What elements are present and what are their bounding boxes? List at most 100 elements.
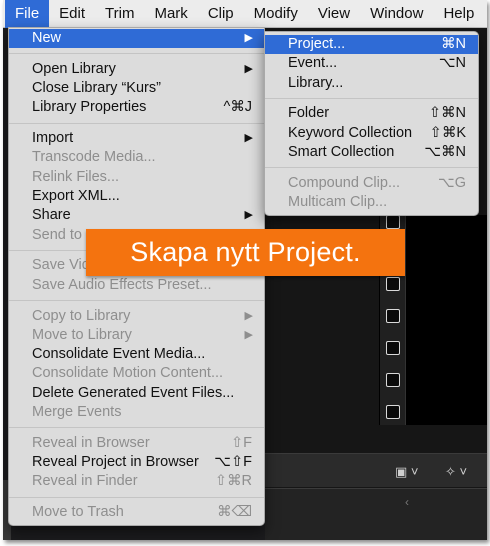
menu-item-multicam-clip: Multicam Clip...: [265, 193, 478, 212]
chevron-left-icon[interactable]: ‹: [405, 495, 409, 509]
menu-item-label: Reveal in Browser: [32, 434, 150, 451]
menu-item-label: Reveal Project in Browser: [32, 454, 199, 471]
menu-item-label: Move to Trash: [32, 504, 124, 521]
menu-item-label: Event...: [288, 55, 338, 72]
menu-item-label: Multicam Clip...: [288, 194, 388, 211]
menu-item-library[interactable]: Library...: [265, 74, 478, 93]
filmstrip-frame: [386, 277, 400, 291]
menu-shortcut: ⇧⌘K: [429, 124, 466, 141]
menu-shortcut: ⌥G: [438, 174, 466, 191]
transform-tool-icon[interactable]: ✧ ˅: [445, 464, 467, 480]
menu-separator: [9, 492, 264, 504]
menubar-trim[interactable]: Trim: [95, 0, 144, 28]
menu-item-export-xml[interactable]: Export XML...: [9, 187, 264, 206]
menu-item-move-to-trash: Move to Trash ⌘⌫: [9, 503, 264, 522]
menu-item-reveal-in-finder: Reveal in Finder ⇧⌘R: [9, 472, 264, 491]
menu-item-share[interactable]: Share ▶: [9, 206, 264, 225]
menu-item-smart-collection[interactable]: Smart Collection ⌥⌘N: [265, 143, 478, 162]
menu-item-label: Compound Clip...: [288, 174, 401, 191]
menu-item-label: Transcode Media...: [32, 149, 156, 166]
menu-item-label: Move to Library: [32, 326, 132, 343]
menu-item-merge-events: Merge Events: [9, 403, 264, 422]
triangle-right-icon: ▶: [244, 62, 253, 75]
screenshot-frame: ▣ ˅ ✧ ˅ ‹ File Edit Trim Mark Clip Modif…: [0, 0, 490, 546]
menu-item-label: Close Library “Kurs”: [32, 80, 161, 97]
filmstrip-frame: [386, 405, 400, 419]
menu-item-label: Project...: [288, 36, 346, 52]
menubar-window[interactable]: Window: [360, 0, 433, 28]
menu-shortcut: ^⌘J: [223, 99, 252, 116]
menubar-help[interactable]: Help: [433, 0, 484, 28]
menu-item-label: Consolidate Motion Content...: [32, 365, 224, 382]
menu-item-label: Smart Collection: [288, 143, 395, 160]
menu-item-label: Export XML...: [32, 188, 120, 205]
menu-item-label: Share: [32, 207, 71, 224]
menu-item-consolidate-motion-content: Consolidate Motion Content...: [9, 364, 264, 383]
menubar-file[interactable]: File: [5, 0, 50, 28]
menubar-edit[interactable]: Edit: [49, 0, 95, 28]
menu-shortcut: ⌥N: [438, 55, 466, 72]
menu-item-label: Folder: [288, 105, 330, 122]
menu-item-label: Library...: [288, 74, 344, 91]
menu-item-new[interactable]: New ▶: [9, 29, 264, 49]
menu-item-save-audio-effects-preset: Save Audio Effects Preset...: [9, 276, 264, 295]
menubar-clip[interactable]: Clip: [198, 0, 244, 28]
menubar-modify[interactable]: Modify: [244, 0, 308, 28]
menu-item-import[interactable]: Import ▶: [9, 129, 264, 148]
menu-item-relink-files: Relink Files...: [9, 168, 264, 187]
file-menu: New ▶ Open Library ▶ Close Library “Kurs” …: [8, 27, 265, 526]
menubar-view[interactable]: View: [308, 0, 360, 28]
menu-item-label: Relink Files...: [32, 168, 120, 185]
menu-shortcut: ⇧⌘N: [428, 105, 466, 122]
menu-shortcut: ⌘⌫: [216, 504, 252, 521]
menu-item-label: Send to: [32, 226, 82, 243]
menu-item-close-library[interactable]: Close Library “Kurs”: [9, 79, 264, 98]
menu-item-library-properties[interactable]: Library Properties ^⌘J: [9, 98, 264, 117]
triangle-right-icon: ▶: [244, 309, 253, 322]
filmstrip-frame: [386, 341, 400, 355]
menu-item-reveal-in-browser: Reveal in Browser ⇧F: [9, 434, 264, 453]
menu-item-label: Consolidate Event Media...: [32, 346, 206, 363]
menu-item-event[interactable]: Event... ⌥N: [265, 54, 478, 73]
menu-separator: [265, 93, 478, 105]
menu-item-label: Save Vid: [32, 257, 90, 274]
timeline-panel: ‹: [265, 488, 487, 540]
menu-item-move-to-library: Move to Library ▶: [9, 326, 264, 345]
menubar: File Edit Trim Mark Clip Modify View Win…: [3, 0, 487, 28]
menu-item-project[interactable]: Project... ⌘N: [265, 35, 478, 55]
menu-item-copy-to-library: Copy to Library ▶: [9, 307, 264, 326]
menu-separator: [265, 162, 478, 174]
menu-separator: [9, 48, 264, 60]
triangle-right-icon: ▶: [244, 328, 253, 341]
triangle-right-icon: ▶: [244, 132, 253, 145]
menu-item-delete-generated-event-files[interactable]: Delete Generated Event Files...: [9, 384, 264, 403]
menu-item-reveal-project-in-browser[interactable]: Reveal Project in Browser ⌥⇧F: [9, 453, 264, 472]
viewer-toolbar: ▣ ˅ ✧ ˅: [265, 453, 487, 487]
menu-separator: [9, 118, 264, 130]
menu-item-label: Keyword Collection: [288, 124, 413, 141]
menu-shortcut: ⇧F: [230, 434, 252, 451]
menu-item-folder[interactable]: Folder ⇧⌘N: [265, 104, 478, 123]
menu-item-label: Reveal in Finder: [32, 473, 138, 490]
filmstrip-frame: [386, 215, 400, 229]
menu-item-compound-clip: Compound Clip... ⌥G: [265, 174, 478, 193]
menu-item-label: Save Audio Effects Preset...: [32, 276, 212, 293]
instruction-callout: Skapa nytt Project.: [86, 229, 405, 276]
menu-shortcut: ⌥⌘N: [424, 143, 466, 160]
menu-separator: [9, 422, 264, 434]
filmstrip-frame: [386, 309, 400, 323]
menu-item-label: Import: [32, 130, 74, 147]
menu-item-open-library[interactable]: Open Library ▶: [9, 60, 264, 79]
menu-item-label: Library Properties: [32, 99, 147, 116]
menu-shortcut: ⌘N: [441, 36, 466, 52]
filmstrip-frame: [386, 373, 400, 387]
viewer-display-icon[interactable]: ▣ ˅: [395, 464, 419, 480]
menu-separator: [9, 295, 264, 307]
new-submenu: Project... ⌘N Event... ⌥N Library... Folde…: [264, 31, 479, 216]
triangle-right-icon: ▶: [244, 209, 253, 222]
menu-item-consolidate-event-media[interactable]: Consolidate Event Media...: [9, 345, 264, 364]
menu-item-keyword-collection[interactable]: Keyword Collection ⇧⌘K: [265, 124, 478, 143]
menu-item-label: Merge Events: [32, 404, 122, 421]
menu-shortcut: ⇧⌘R: [214, 473, 252, 490]
menubar-mark[interactable]: Mark: [144, 0, 197, 28]
